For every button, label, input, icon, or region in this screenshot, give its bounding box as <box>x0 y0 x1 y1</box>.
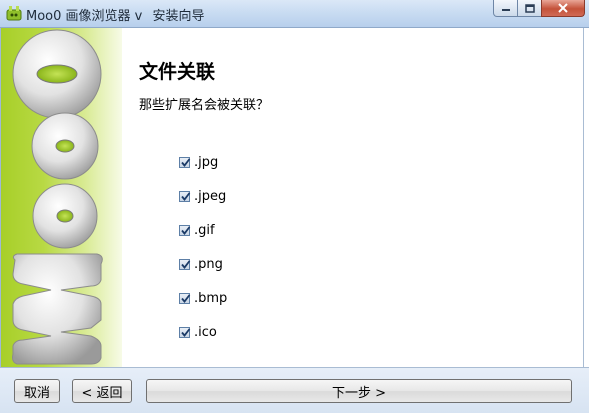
wizard-content: 文件关联 那些扩展名会被关联？ .jpg .jpeg .gif .png .bm… <box>122 28 584 367</box>
page-subtitle: 那些扩展名会被关联？ <box>139 98 270 113</box>
next-button[interactable]: 下一步 > <box>146 379 572 403</box>
check-icon <box>181 191 191 201</box>
extension-label: .png <box>194 256 223 272</box>
app-icon <box>6 5 22 21</box>
minimize-icon <box>501 9 510 11</box>
maximize-icon <box>524 3 535 13</box>
window-title-wizard: 安装向导 <box>152 9 205 24</box>
extension-label: .jpg <box>194 154 219 170</box>
window-controls <box>493 0 585 18</box>
extension-option-bmp[interactable]: .bmp <box>179 289 227 307</box>
check-icon <box>181 293 191 303</box>
extension-option-ico[interactable]: .ico <box>179 323 217 341</box>
content-border <box>583 28 584 367</box>
extension-label: .ico <box>194 324 217 340</box>
extension-label: .gif <box>194 222 215 238</box>
maximize-button[interactable] <box>517 0 542 17</box>
wizard-banner <box>0 28 122 367</box>
page-title: 文件关联 <box>139 61 216 83</box>
extension-checkbox[interactable] <box>179 326 191 338</box>
close-icon <box>558 3 568 13</box>
minimize-button[interactable] <box>493 0 518 17</box>
check-icon <box>181 225 191 235</box>
back-button[interactable]: < 返回 <box>72 379 132 403</box>
close-button[interactable] <box>541 0 585 17</box>
check-icon <box>181 157 191 167</box>
extension-option-jpg[interactable]: .jpg <box>179 153 218 171</box>
window-title: Moo0 画像浏览器 v 安装向导 <box>26 5 211 24</box>
check-icon <box>181 259 191 269</box>
extension-checkbox[interactable] <box>179 258 191 270</box>
extension-label: .bmp <box>194 290 228 306</box>
cancel-button[interactable]: 取消 <box>14 379 60 403</box>
extension-label: .jpeg <box>194 188 227 204</box>
extension-checkbox[interactable] <box>179 224 191 236</box>
extension-option-jpeg[interactable]: .jpeg <box>179 187 226 205</box>
window-title-app: Moo0 画像浏览器 v <box>26 9 143 24</box>
check-icon <box>181 327 191 337</box>
moo0-logo <box>12 29 103 365</box>
extension-checkbox[interactable] <box>179 190 191 202</box>
title-bar[interactable]: Moo0 画像浏览器 v 安装向导 <box>0 0 589 28</box>
extension-option-gif[interactable]: .gif <box>179 221 215 239</box>
extension-checkbox[interactable] <box>179 292 191 304</box>
extension-option-png[interactable]: .png <box>179 255 223 273</box>
extension-checkbox[interactable] <box>179 156 191 168</box>
button-bar: 取消 < 返回 下一步 > <box>0 367 589 413</box>
